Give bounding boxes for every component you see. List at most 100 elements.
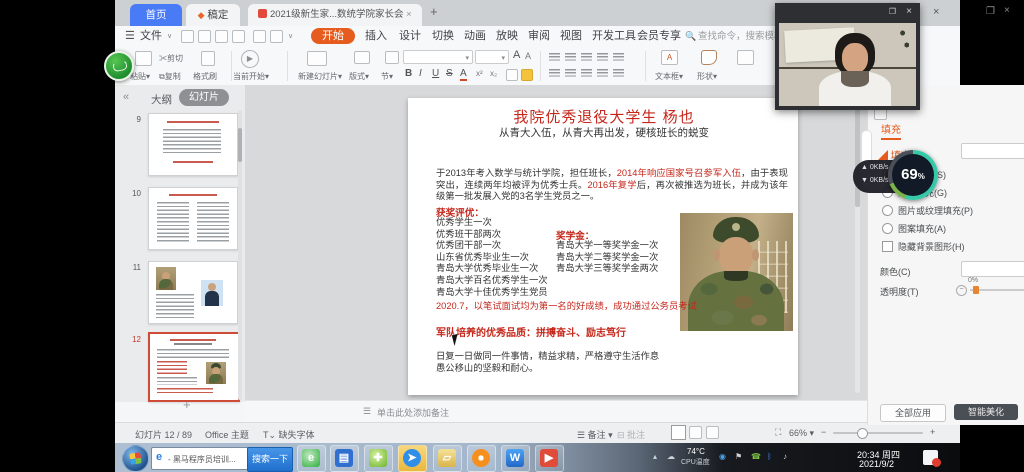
soldier-photo[interactable] — [680, 213, 793, 331]
shrink-font-button[interactable]: A — [525, 51, 531, 61]
canvas-scrollbar[interactable] — [855, 93, 860, 393]
video-close-icon[interactable]: × — [906, 6, 912, 17]
hide-background-label[interactable]: 隐藏背景图形(H) — [898, 240, 965, 253]
command-search-input[interactable]: 查找命令，搜索模板 — [698, 26, 784, 47]
notification-center-icon[interactable] — [923, 450, 938, 465]
tray-audio-icon[interactable]: ♪ — [783, 452, 787, 461]
format-painter-label[interactable]: 格式刷 — [193, 71, 217, 82]
transparency-slider[interactable] — [970, 289, 1024, 291]
quickbar-caret-icon[interactable]: ∨ — [288, 32, 293, 40]
zoom-out-button[interactable]: − — [821, 427, 826, 437]
collapse-panel-button[interactable]: « — [123, 91, 129, 103]
picture-icon[interactable] — [737, 50, 754, 65]
indent-increase-icon[interactable] — [597, 69, 608, 78]
outline-tab[interactable]: 大纲 — [151, 92, 172, 107]
taskbar-360-safe[interactable]: ✚ — [364, 445, 393, 472]
menu-start-tab[interactable]: 开始 — [311, 28, 355, 44]
menu-design[interactable]: 设计 — [399, 26, 421, 47]
menu-member[interactable]: 会员专享 — [637, 26, 681, 47]
line-spacing-icon[interactable] — [613, 53, 624, 62]
pattern-fill-radio[interactable] — [882, 223, 893, 234]
menu-devtools[interactable]: 开发工具 — [592, 26, 636, 47]
slide-thumbnail-10[interactable] — [148, 187, 238, 250]
undo-icon[interactable] — [253, 30, 266, 43]
shape-label[interactable]: 形状▾ — [697, 71, 717, 82]
slides-tab[interactable]: 幻灯片 — [179, 89, 229, 106]
notes-toggle[interactable]: ☰ 备注 ▾ — [577, 428, 613, 441]
tray-help-icon[interactable]: ☁ — [667, 452, 675, 461]
textbox-label[interactable]: 文本框▾ — [655, 71, 683, 82]
preview-icon[interactable] — [232, 30, 245, 43]
tab-gaoding[interactable]: ◆ 稿定 — [186, 4, 240, 26]
underline-button[interactable]: U — [432, 68, 439, 79]
menu-review[interactable]: 审阅 — [528, 26, 550, 47]
tray-network-icon[interactable]: ◉ — [719, 452, 726, 461]
thumbnails-scrollbar[interactable] — [238, 110, 242, 400]
theme-name[interactable]: Office 主题 — [205, 428, 249, 441]
align-left-icon[interactable] — [549, 53, 560, 62]
taskbar-search-button[interactable]: 搜索一下 — [247, 447, 293, 472]
transparency-slider-thumb[interactable] — [973, 286, 979, 294]
strike-button[interactable]: S — [446, 68, 453, 79]
tray-bluetooth-icon[interactable]: ᛒ — [767, 452, 772, 461]
bullets-icon[interactable] — [549, 69, 560, 78]
tab-document[interactable]: 2021级新生家...数统学院家长会 × — [248, 4, 422, 26]
numbering-icon[interactable] — [565, 69, 576, 78]
video-maximize-icon[interactable]: ❐ — [889, 7, 896, 16]
play-from-current-label[interactable]: 当前开始▾ — [233, 71, 269, 82]
ghost-restore-icon[interactable]: ❐ — [986, 6, 995, 17]
copy-button[interactable]: ⧉复制 — [159, 71, 181, 82]
font-name-select[interactable]: ▾ — [403, 50, 473, 64]
slide-thumbnail-12-selected[interactable] — [148, 332, 240, 402]
align-center-icon[interactable] — [565, 53, 576, 62]
superscript-button[interactable]: x² — [476, 69, 483, 78]
reading-view-icon[interactable] — [706, 426, 719, 439]
play-from-current-icon[interactable]: ▶ — [241, 50, 259, 68]
normal-view-icon[interactable] — [671, 425, 686, 440]
tray-messenger-icon[interactable]: ☎ — [751, 452, 761, 461]
tab-home[interactable]: 首页 — [130, 4, 182, 26]
window-close-button[interactable]: × — [933, 6, 939, 18]
new-slide-icon[interactable] — [307, 51, 327, 66]
paste-icon[interactable] — [135, 51, 152, 66]
fill-tab[interactable]: 填充 — [881, 121, 901, 140]
taskbar-messenger[interactable]: ➤ — [398, 445, 427, 472]
tray-flag-icon[interactable]: ⚑ — [735, 452, 742, 461]
zoom-level[interactable]: 66% ▾ — [789, 428, 814, 439]
section-icon[interactable] — [385, 51, 399, 64]
zoom-in-button[interactable]: + — [930, 427, 935, 437]
taskbar-browser-360[interactable]: e — [297, 445, 326, 472]
taskbar-recorder-app[interactable] — [467, 445, 496, 472]
indent-decrease-icon[interactable] — [581, 69, 592, 78]
shape-icon[interactable] — [701, 50, 717, 65]
tab-close-icon[interactable]: × — [406, 9, 412, 20]
bold-button[interactable]: B — [405, 68, 412, 79]
sorter-view-icon[interactable] — [689, 426, 702, 439]
slide-subtitle[interactable]: 从青大入伍，从青大再出发，硬核班长的蜕变 — [463, 125, 745, 140]
taskbar-wps[interactable]: W — [501, 445, 530, 472]
menu-view[interactable]: 视图 — [560, 26, 582, 47]
menu-animation[interactable]: 动画 — [464, 26, 486, 47]
paste-label[interactable]: 粘贴▾ — [130, 71, 150, 82]
textbox-icon[interactable]: A — [661, 50, 678, 65]
slide-paragraph[interactable]: 于2013年考入数学与统计学院，担任班长，2014年响应国家号召参军入伍，由于表… — [436, 168, 788, 203]
taskbar-media-app[interactable]: ▤ — [330, 445, 359, 472]
slide-thumbnail-9[interactable] — [148, 113, 238, 176]
canvas-scrollbar-thumb[interactable] — [855, 97, 860, 207]
fill-type-dropdown[interactable]: ▾ — [961, 143, 1024, 159]
hide-background-checkbox[interactable] — [882, 241, 893, 252]
layout-icon[interactable] — [354, 51, 370, 64]
taskbar-wpp[interactable]: ▶ — [535, 445, 564, 472]
cut-button[interactable]: ✂剪切 — [159, 53, 183, 64]
align-justify-icon[interactable] — [597, 53, 608, 62]
clear-format-icon[interactable] — [506, 69, 518, 81]
section-label[interactable]: 节▾ — [381, 71, 393, 82]
menu-file[interactable]: 文件 — [140, 26, 162, 47]
new-slide-label[interactable]: 新建幻灯片▾ — [298, 71, 342, 82]
fullscreen-icon[interactable]: ⛶ — [775, 427, 781, 438]
font-size-select[interactable]: ▾ — [475, 50, 509, 64]
menu-insert[interactable]: 插入 — [365, 26, 387, 47]
picture-fill-radio[interactable] — [882, 205, 893, 216]
color-dropdown[interactable]: ▾ — [961, 261, 1024, 277]
align-right-icon[interactable] — [581, 53, 592, 62]
